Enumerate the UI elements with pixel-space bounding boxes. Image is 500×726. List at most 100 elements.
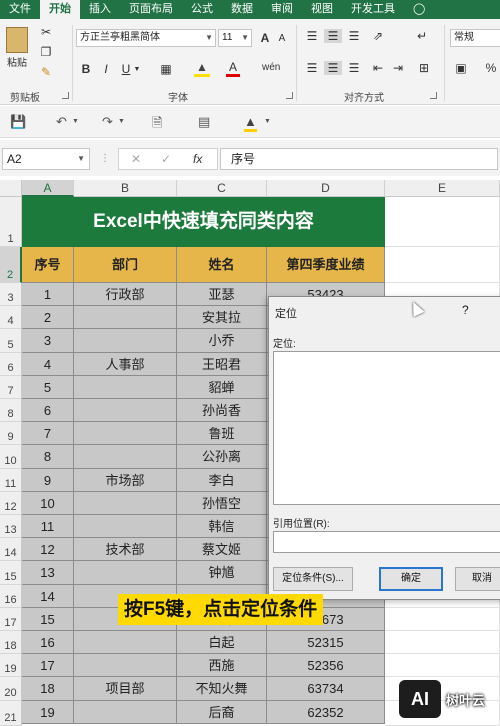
table-cell[interactable]: 7 [22,422,74,446]
header-cell[interactable]: 序号 [22,247,74,283]
empty-cell[interactable] [385,631,500,655]
table-cell[interactable]: 市场部 [74,468,177,492]
table-cell[interactable]: 63734 [267,677,385,701]
row-header[interactable]: 5 [0,329,22,353]
row-header[interactable]: 12 [0,491,22,515]
merge-center-icon[interactable]: ⊞ [414,61,434,75]
header-cell[interactable]: 第四季度业绩 [267,247,385,283]
insert-function-icon[interactable]: fx [193,152,202,166]
table-cell[interactable] [74,306,177,330]
table-cell[interactable]: 项目部 [74,677,177,701]
form-icon[interactable]: ▤ [198,114,210,130]
bold-button[interactable]: B [80,62,92,76]
table-cell[interactable]: 18 [22,677,74,701]
table-cell[interactable]: 2 [22,306,74,330]
row-header[interactable]: 17 [0,607,22,631]
table-cell[interactable]: 12 [22,538,74,562]
table-cell[interactable]: 62352 [267,700,385,724]
row-header[interactable]: 14 [0,538,22,562]
reference-input[interactable] [273,531,500,553]
table-cell[interactable] [74,422,177,446]
dialog-help-button[interactable]: ? [462,303,469,317]
table-cell[interactable]: 14 [22,584,74,608]
redo-dropdown-icon[interactable]: ▼ [118,118,125,125]
table-cell[interactable] [74,631,177,655]
cancel-formula-icon[interactable]: ✕ [131,152,141,166]
table-cell[interactable]: 貂蝉 [177,375,267,399]
table-cell[interactable]: 白起 [177,631,267,655]
row-header[interactable]: 9 [0,422,22,446]
table-cell[interactable]: 王昭君 [177,352,267,376]
redo-icon[interactable]: ↷ [102,114,113,130]
font-launcher-icon[interactable] [286,92,293,99]
italic-button[interactable]: I [100,62,112,76]
table-cell[interactable]: 人事部 [74,352,177,376]
table-cell[interactable] [74,561,177,585]
row-header[interactable]: 11 [0,468,22,492]
paste-icon[interactable] [6,27,28,53]
phonetic-icon[interactable]: wén [262,61,280,75]
tab-insert[interactable]: 插入 [80,0,120,19]
table-cell[interactable]: 13 [22,561,74,585]
column-header-b[interactable]: B [74,180,177,197]
table-cell[interactable]: 8 [22,445,74,469]
table-cell[interactable] [74,654,177,678]
tab-view[interactable]: 视图 [302,0,342,19]
column-header-e[interactable]: E [385,180,500,197]
table-cell[interactable]: 公孙离 [177,445,267,469]
borders-icon[interactable]: ▦ [158,62,174,76]
table-cell[interactable]: 15 [22,607,74,631]
row-header[interactable]: 16 [0,584,22,608]
cancel-button[interactable]: 取消 [455,567,500,591]
empty-cell[interactable] [385,197,500,247]
table-cell[interactable]: 李白 [177,468,267,492]
column-header-d[interactable]: D [267,180,385,197]
row-header[interactable]: 18 [0,631,22,655]
column-header-c[interactable]: C [177,180,267,197]
clipboard-launcher-icon[interactable] [62,92,69,99]
goto-list[interactable] [273,351,500,505]
empty-cell[interactable] [385,247,500,283]
tab-file[interactable]: 文件 [0,0,40,19]
table-cell[interactable] [74,445,177,469]
table-cell[interactable]: 行政部 [74,283,177,307]
row-header[interactable]: 6 [0,352,22,376]
fill-dropdown-icon[interactable]: ▼ [264,118,271,125]
row-header[interactable]: 2 [0,247,22,283]
table-cell[interactable]: 蔡文姬 [177,538,267,562]
table-cell[interactable]: 鲁班 [177,422,267,446]
shrink-font-icon[interactable]: A [276,32,288,46]
row-header[interactable]: 1 [0,197,22,247]
lightbulb-icon[interactable]: ◯ [404,0,434,19]
table-cell[interactable]: 6 [22,399,74,423]
table-cell[interactable] [74,700,177,724]
increase-indent-icon[interactable]: ⇥ [390,61,406,75]
alignment-launcher-icon[interactable] [430,92,437,99]
table-cell[interactable]: 安其拉 [177,306,267,330]
cut-icon[interactable]: ✂ [38,25,54,39]
row-header[interactable]: 13 [0,515,22,539]
table-cell[interactable]: 19 [22,700,74,724]
tab-home[interactable]: 开始 [40,0,80,19]
align-top-icon[interactable]: ☰ [304,29,320,43]
table-cell[interactable]: 1 [22,283,74,307]
ok-button[interactable]: 确定 [379,567,443,591]
table-cell[interactable]: 9 [22,468,74,492]
table-cell[interactable]: 11 [22,515,74,539]
column-header-a[interactable]: A [22,180,74,197]
font-size-select[interactable]: 11 ▼ [218,29,252,47]
special-button[interactable]: 定位条件(S)... [273,567,353,591]
number-format-select[interactable]: 常规 [450,29,500,47]
row-header[interactable]: 21 [0,700,22,726]
table-cell[interactable]: 52356 [267,654,385,678]
print-preview-icon[interactable]: 🗎 [152,114,162,136]
table-cell[interactable]: 10 [22,491,74,515]
header-cell[interactable]: 部门 [74,247,177,283]
font-color-icon[interactable]: A [226,60,240,77]
table-cell[interactable]: 韩信 [177,515,267,539]
percent-format-icon[interactable]: % [484,61,498,75]
sheet-title[interactable]: Excel中快速填充同类内容 [22,197,385,247]
row-header[interactable]: 8 [0,399,22,423]
table-cell[interactable] [74,329,177,353]
align-right-icon[interactable]: ☰ [346,61,362,75]
